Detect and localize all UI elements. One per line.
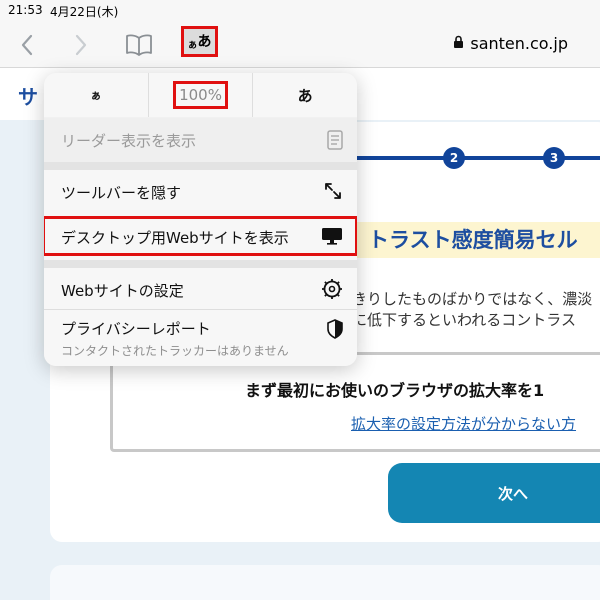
page-title: トラスト感度簡易セル <box>368 228 578 252</box>
menu-item-reader: リーダー表示を表示 <box>44 118 357 162</box>
reader-icon <box>327 130 343 150</box>
next-button[interactable]: 次へ <box>388 463 600 523</box>
body-text-line: きりしたものばかりではなく、濃淡 <box>352 290 593 308</box>
forward-icon[interactable] <box>66 30 96 60</box>
menu-item-label: Webサイトの設定 <box>61 282 184 300</box>
zoom-help-link[interactable]: 拡大率の設定方法が分からない方 <box>351 413 576 434</box>
zoom-level-text: 100% <box>173 81 228 109</box>
menu-item-label: リーダー表示を表示 <box>61 132 197 150</box>
site-logo-text: サ <box>18 85 38 109</box>
expand-arrows-icon <box>323 181 343 201</box>
status-time: 21:53 <box>8 3 43 17</box>
zoom-out-button[interactable]: ぁ <box>44 73 149 117</box>
menu-item-website-settings[interactable]: Webサイトの設定 <box>44 268 357 310</box>
zoom-controls: ぁ 100% あ <box>44 73 357 117</box>
step-indicator-3: 3 <box>543 147 565 169</box>
lock-icon <box>453 34 464 53</box>
menu-item-label: プライバシーレポート <box>61 320 211 338</box>
text-size-button[interactable]: ぁあ <box>181 26 218 57</box>
menu-item-label: ツールバーを隠す <box>61 184 182 202</box>
menu-separator <box>44 260 357 268</box>
back-icon[interactable] <box>12 30 42 60</box>
notice-text: まず最初にお使いのブラウザの拡大率を1 <box>245 381 545 400</box>
zoom-in-button[interactable]: あ <box>253 73 357 117</box>
status-bar: 21:53 4月22日(木) <box>0 0 600 22</box>
address-bar[interactable]: santen.co.jp <box>453 34 568 53</box>
text-size-large-glyph: あ <box>197 34 212 50</box>
notice-box <box>110 352 600 452</box>
menu-item-sublabel: コンタクトされたトラッカーはありません <box>61 344 289 358</box>
url-text: santen.co.jp <box>470 34 568 53</box>
text-size-small-glyph: ぁ <box>187 40 198 51</box>
browser-toolbar: ぁあ santen.co.jp <box>0 22 600 68</box>
body-text-line: に低下するといわれるコントラス <box>352 311 576 329</box>
menu-item-privacy-report[interactable]: プライバシーレポート コンタクトされたトラッカーはありません <box>44 310 357 366</box>
desktop-site-highlight <box>44 216 357 256</box>
menu-item-hide-toolbar[interactable]: ツールバーを隠す <box>44 170 357 214</box>
shield-icon <box>327 319 343 339</box>
menu-separator <box>44 162 357 170</box>
zoom-out-glyph: ぁ <box>90 89 102 102</box>
bookmarks-icon[interactable] <box>124 30 154 60</box>
status-date: 4月22日(木) <box>50 5 119 19</box>
text-size-popover: ぁ 100% あ リーダー表示を表示 ツールバーを隠す デスクトップ用Webサイ… <box>44 73 357 366</box>
gear-icon <box>321 278 343 300</box>
zoom-level-reset[interactable]: 100% <box>149 73 254 117</box>
zoom-in-glyph: あ <box>297 86 313 105</box>
step-indicator-2: 2 <box>443 147 465 169</box>
content-card-secondary <box>50 565 600 600</box>
